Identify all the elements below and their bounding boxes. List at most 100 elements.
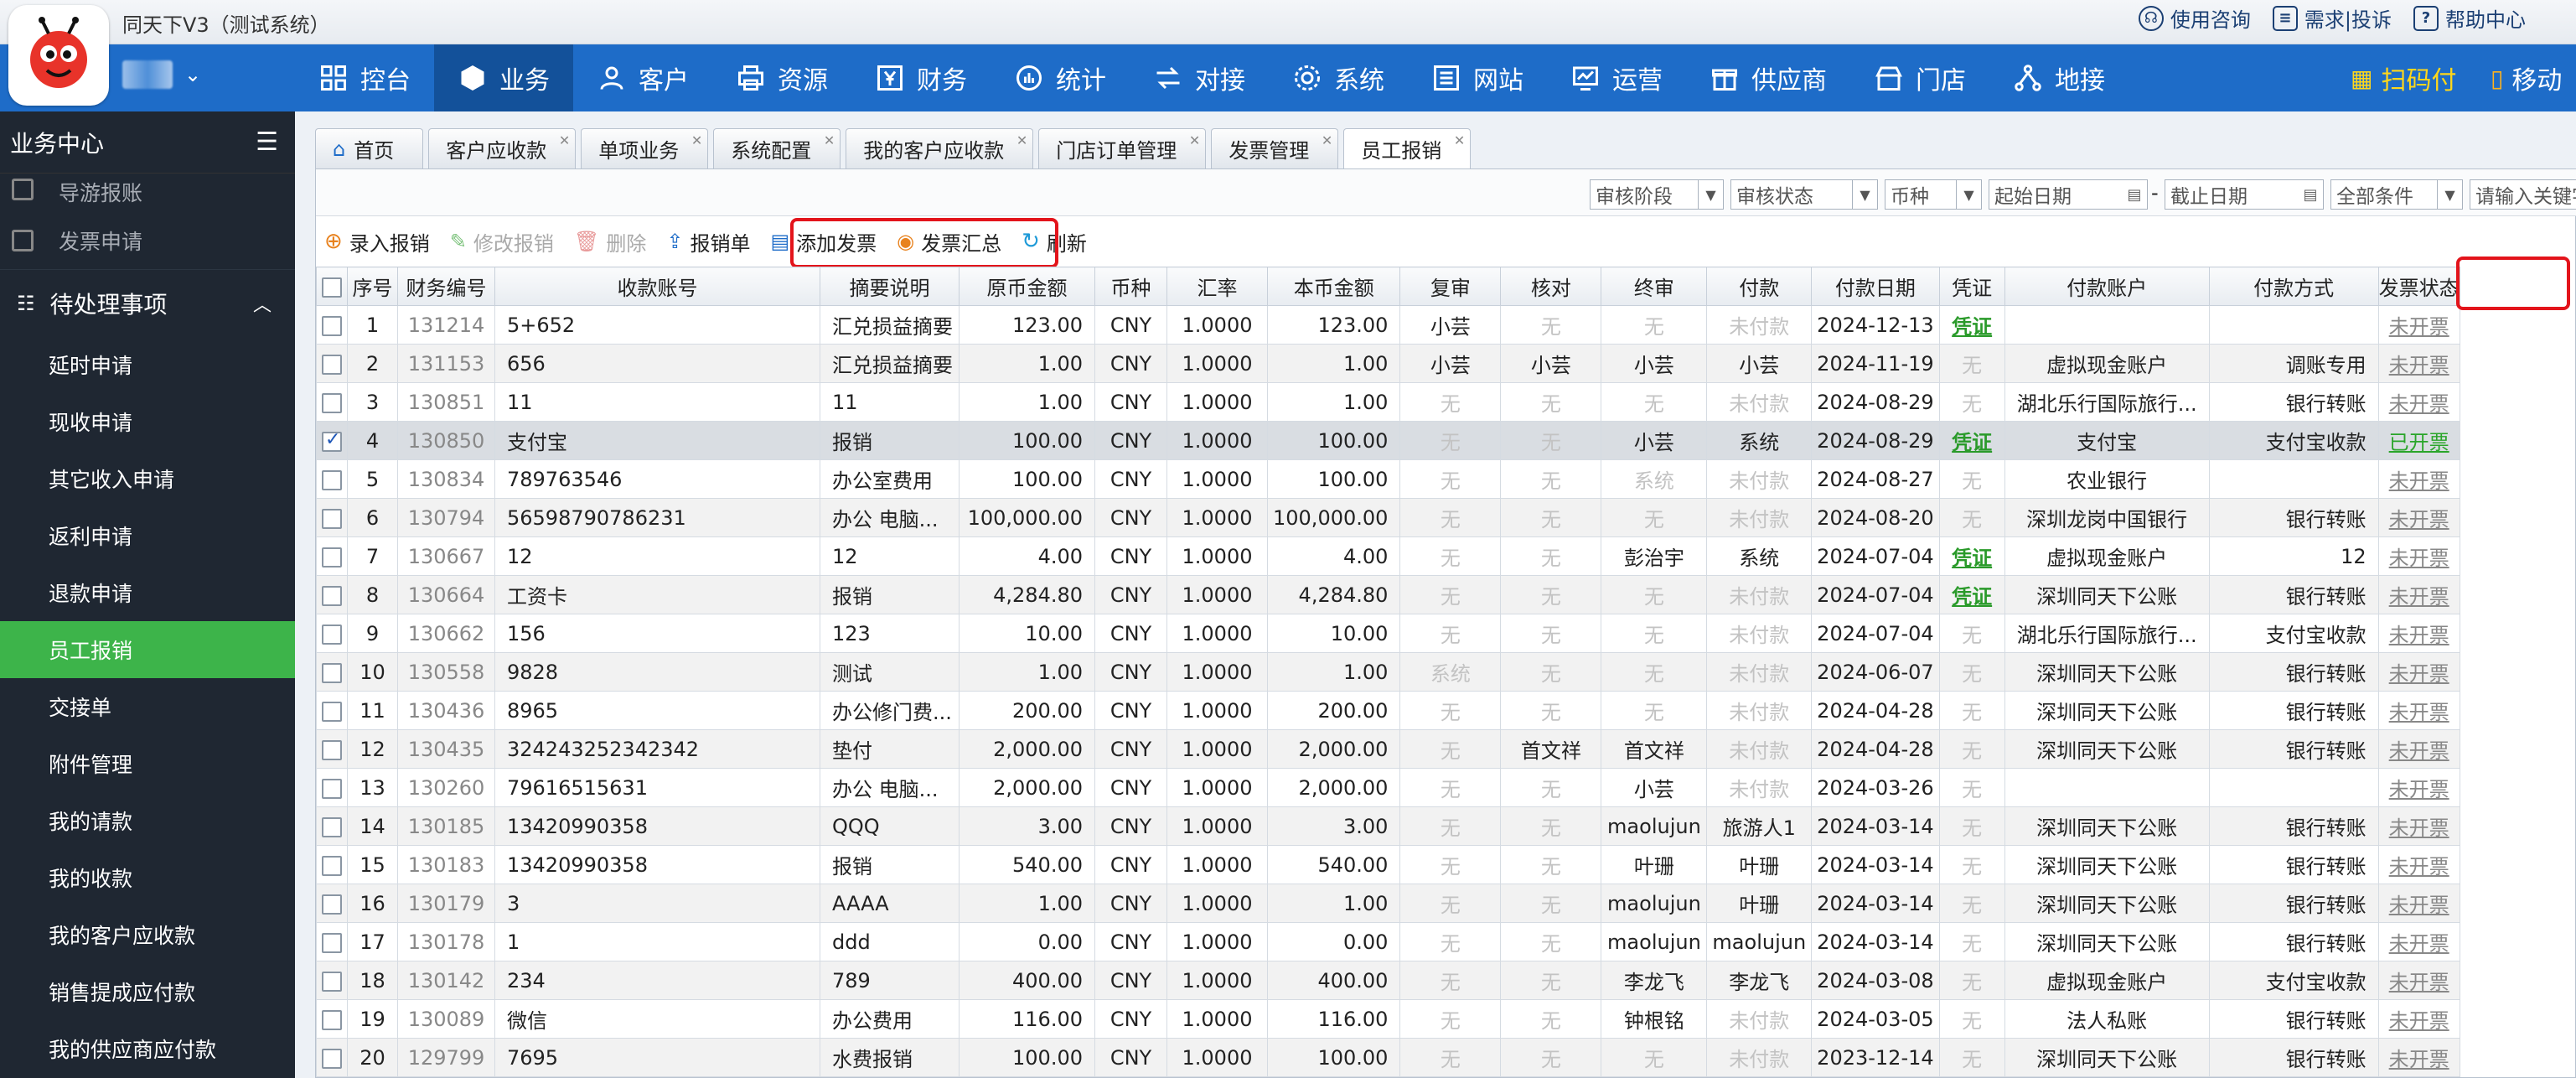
row-checkbox[interactable] [322, 469, 342, 490]
nav-store[interactable]: 门店 [1850, 44, 1989, 111]
sidebar-item-guide-account[interactable]: 导游报账 [0, 174, 295, 212]
col-final[interactable]: 终审 [1601, 267, 1708, 306]
nav-customer[interactable]: 客户 [573, 44, 712, 111]
col-index[interactable]: 序号 [347, 267, 398, 306]
add-expense-button[interactable]: ⊕ 录入报销 [324, 227, 430, 257]
table-row[interactable]: 11 130436 8965 办公修门费... 200.00 CNY 1.0000 200.0… [316, 691, 2460, 730]
invoice-status-link[interactable]: 未开票 [2389, 739, 2449, 763]
close-icon[interactable]: ✕ [1322, 132, 1332, 148]
table-row[interactable]: 8 130664 工资卡 报销 4,284.80 CNY 1.0000 4,284.80 无无无… [316, 575, 2460, 614]
invoice-status-link[interactable]: 未开票 [2389, 1048, 2449, 1071]
invoice-status-link[interactable]: 未开票 [2389, 855, 2449, 878]
row-select-cell[interactable] [316, 305, 348, 345]
row-select-cell[interactable] [316, 768, 348, 807]
col-payment[interactable]: 付款 [1706, 267, 1813, 306]
sidebar-item-commission[interactable]: 销售提成应付款 [0, 963, 295, 1020]
close-icon[interactable]: ✕ [1454, 132, 1465, 148]
tab-home[interactable]: ⌂ 首页 [315, 128, 424, 168]
table-row[interactable]: 6 130794 56598790786231 办公 电脑... 100,000.00 C… [316, 498, 2460, 537]
row-checkbox[interactable] [322, 932, 342, 953]
col-rate[interactable]: 汇率 [1166, 267, 1268, 306]
tab-system-config[interactable]: 系统配置 ✕ [713, 128, 841, 168]
row-select-cell[interactable] [316, 691, 348, 730]
col-summary[interactable]: 摘要说明 [820, 267, 960, 306]
sidebar-item-my-receivables[interactable]: 我的客户应收款 [0, 906, 295, 963]
table-row[interactable]: 9 130662 156 123 10.00 CNY 1.0000 10.00 无无无未付款 20… [316, 614, 2460, 653]
voucher-link[interactable]: 凭证 [1952, 431, 1992, 454]
table-row[interactable]: 12 130435 324243252342342 垫付 2,000.00 CNY 1.00… [316, 729, 2460, 769]
row-select-cell[interactable] [316, 999, 348, 1039]
sidebar-item-supplier-payables[interactable]: 我的供应商应付款 [0, 1020, 295, 1077]
col-amount[interactable]: 原币金额 [959, 267, 1095, 306]
nav-supplier[interactable]: 供应商 [1686, 44, 1850, 111]
row-select-cell[interactable] [316, 845, 348, 884]
voucher-link[interactable]: 凭证 [1952, 547, 1992, 570]
col-voucher[interactable]: 凭证 [1938, 267, 2005, 306]
invoice-status-link[interactable]: 未开票 [2389, 932, 2449, 956]
row-select-cell[interactable] [316, 536, 348, 576]
row-select-cell[interactable] [316, 922, 348, 961]
row-checkbox[interactable] [322, 739, 342, 760]
table-row[interactable]: 3 130851 11 11 1.00 CNY 1.0000 1.00 无无无未付款 2024-0… [316, 382, 2460, 422]
sidebar-item-handover[interactable]: 交接单 [0, 678, 295, 735]
table-row[interactable]: 1 131214 5+652 汇兑损益摘要 123.00 CNY 1.0000 123.00 小… [316, 305, 2460, 345]
col-local-amount[interactable]: 本币金额 [1266, 267, 1401, 306]
stage-select[interactable]: 审核阶段 ▼ [1590, 179, 1724, 210]
row-select-cell[interactable] [316, 729, 348, 769]
tab-customer-receivables[interactable]: 客户应收款 ✕ [428, 128, 577, 168]
feedback-link[interactable]: ≡ 需求|投诉 [2272, 3, 2392, 33]
invoice-status-link[interactable]: 未开票 [2389, 624, 2449, 647]
row-checkbox[interactable] [322, 1009, 342, 1030]
invoice-status-link[interactable]: 未开票 [2389, 1009, 2449, 1033]
row-select-cell[interactable] [316, 421, 348, 460]
calendar-icon[interactable]: ▤ [2122, 180, 2147, 209]
col-pay-method[interactable]: 付款方式 [2208, 267, 2379, 306]
sidebar-item-expense[interactable]: 员工报销 [0, 621, 295, 678]
invoice-status-link[interactable]: 未开票 [2389, 392, 2449, 416]
delete-button[interactable]: 🗑 删除 [574, 227, 646, 257]
row-select-cell[interactable] [316, 614, 348, 653]
tab-store-orders[interactable]: 门店订单管理 ✕ [1038, 128, 1207, 168]
status-select[interactable]: 审核状态 ▼ [1730, 179, 1878, 210]
col-review[interactable]: 复审 [1399, 267, 1502, 306]
nav-resource[interactable]: 资源 [712, 44, 851, 111]
nav-system[interactable]: 系统 [1269, 44, 1408, 111]
sidebar-group-pending[interactable]: ☷ 待处理事项 ︿ [0, 269, 295, 336]
row-checkbox[interactable] [322, 662, 342, 683]
consult-link[interactable]: ☊ 使用咨询 [2138, 3, 2251, 33]
table-row[interactable]: 17 130178 1 ddd 0.00 CNY 1.0000 0.00 无无 maolujun m… [316, 922, 2460, 961]
table-row[interactable]: 15 130183 13420990358 报销 540.00 CNY 1.0000 540.… [316, 845, 2460, 884]
tab-invoice-management[interactable]: 发票管理 ✕ [1211, 128, 1339, 168]
invoice-status-link[interactable]: 未开票 [2389, 662, 2449, 686]
col-invoice-status[interactable]: 发票状态 [2377, 267, 2460, 306]
invoice-status-link[interactable]: 未开票 [2389, 816, 2449, 840]
invoice-status-link[interactable]: 未开票 [2389, 701, 2449, 724]
tab-single-business[interactable]: 单项业务 ✕ [581, 128, 709, 168]
mobile-button[interactable]: ▯ 移动 [2491, 44, 2562, 111]
row-checkbox[interactable] [322, 971, 342, 992]
calendar-icon[interactable]: ▤ [2298, 180, 2323, 209]
nav-stats[interactable]: 统计 [991, 44, 1130, 111]
nav-business[interactable]: 业务 [434, 44, 573, 111]
app-logo[interactable] [8, 5, 109, 106]
col-currency[interactable]: 币种 [1094, 267, 1167, 306]
invoice-status-link[interactable]: 已开票 [2389, 431, 2449, 454]
table-row[interactable]: 10 130558 9828 测试 1.00 CNY 1.0000 1.00 系统无无未付款 20… [316, 652, 2460, 692]
sidebar-item-attachments[interactable]: 附件管理 [0, 735, 295, 792]
col-account[interactable]: 收款账号 [494, 267, 820, 306]
keyword-input[interactable]: 请输入关键字 [2470, 179, 2576, 210]
sidebar-item-other-income[interactable]: 其它收入申请 [0, 450, 295, 507]
row-checkbox[interactable] [322, 315, 342, 336]
row-checkbox[interactable] [322, 392, 342, 413]
row-checkbox[interactable] [322, 624, 342, 645]
nav-integration[interactable]: 对接 [1130, 44, 1269, 111]
row-select-cell[interactable] [316, 1038, 348, 1077]
invoice-status-link[interactable]: 未开票 [2389, 894, 2449, 917]
sidebar-item-my-receipts[interactable]: 我的收款 [0, 849, 295, 906]
help-link[interactable]: ? 帮助中心 [2413, 3, 2526, 33]
sidebar-item-rebate[interactable]: 返利申请 [0, 507, 295, 564]
start-date-field[interactable]: 起始日期 ▤ [1989, 179, 2148, 210]
tab-my-receivables[interactable]: 我的客户应收款 ✕ [846, 128, 1034, 168]
nav-finance[interactable]: 财务 [851, 44, 991, 111]
close-icon[interactable]: ✕ [559, 132, 570, 148]
